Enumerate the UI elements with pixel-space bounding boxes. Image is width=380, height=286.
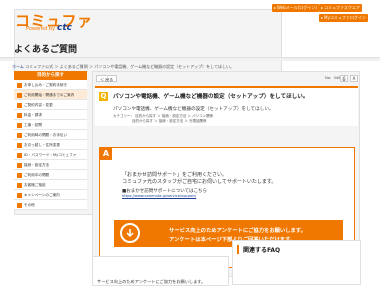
category-icon: [17, 92, 22, 98]
category-link[interactable]: 目的から探す ＞ 接続・設定方法 ＞ パソコン関係: [135, 114, 213, 118]
category-icon: [17, 182, 22, 188]
category-icon: [17, 142, 22, 148]
site-header: コミュファ Powered by ctc ▸Webメール(ログイン) ▸コミュフ…: [0, 0, 380, 215]
category-icon: [17, 172, 22, 178]
question-mark-icon: Q: [99, 92, 108, 101]
page-title: よくあるご質問: [14, 45, 78, 55]
commufa-logo[interactable]: コミュファ Powered by ctc: [14, 9, 282, 215]
category-icon: [17, 112, 22, 118]
sidebar-item[interactable]: お申し込み・ご契約手続き: [14, 80, 87, 90]
arrow-icon: ▸: [321, 5, 324, 10]
category-icon: [17, 202, 22, 208]
logo-brand: ctc: [57, 23, 72, 33]
font-size-icon[interactable]: A: [350, 75, 358, 82]
logo-sub: Powered by: [26, 26, 55, 32]
arrow-icon: ▸: [274, 5, 277, 10]
category-icon: [17, 122, 22, 128]
category-icon: [17, 192, 22, 198]
back-button[interactable]: ＜ 戻る: [96, 75, 118, 82]
sidebar-item[interactable]: 料金・請求: [14, 110, 87, 120]
survey-panel: サービス向上のためアンケートにご協力をお願いします。: [92, 256, 229, 286]
sidebar-item[interactable]: 工事・訪問: [14, 120, 87, 130]
print-icon[interactable]: ⎙: [340, 75, 348, 82]
survey-text: サービス向上のためアンケートにご協力をお願いします。: [97, 279, 206, 284]
sidebar-item[interactable]: キャンペーンのご案内: [14, 190, 87, 200]
related-faq-title: 関連するFAQ: [243, 247, 281, 254]
sidebar-item[interactable]: お引っ越し・住所変更: [14, 140, 87, 150]
sidebar-item[interactable]: 接続・設定方法: [14, 160, 87, 170]
category-icon: [17, 152, 22, 158]
title-divider: [0, 57, 380, 61]
question-title: パソコンや電話機、ゲーム機など機器の設定（セットアップ）をしてほしい。: [113, 94, 309, 100]
sidebar-item[interactable]: お客様ご相談: [14, 180, 87, 190]
question-body: パソコンや電話機、ゲーム機など機器の設定（セットアップ）をしてほしい。: [113, 107, 274, 112]
accent-bar: [237, 245, 239, 254]
answer-line: 「おまかせ訪問サポート」をご利用ください。: [122, 172, 228, 178]
category-icon: [17, 132, 22, 138]
related-faq-panel: 関連するFAQ: [232, 240, 361, 285]
category-icon: [17, 102, 22, 108]
sidebar-item[interactable]: ご利用中の問題: [14, 170, 87, 180]
breadcrumb: ホーム コミュファ公式 ＞ よくあるご質問 ＞ パソコンや電話機、ゲーム機など機…: [12, 64, 234, 70]
my-commufa-login-button[interactable]: ▸Myコミュファログイン: [319, 14, 368, 22]
category-link[interactable]: 目的から探す ＞ 接続・設定方法 ＞ 光電話関係: [132, 119, 206, 123]
sidebar-item[interactable]: ご利用時の問題・お手伝い: [14, 130, 87, 140]
sidebar-item[interactable]: ID・パスワード・Myコミュファ: [14, 150, 87, 160]
category-label: カテゴリー：: [113, 114, 134, 118]
answer-link[interactable]: https://www.commufa.jp/service/support/: [122, 194, 196, 198]
question-number: No：340: [325, 76, 341, 80]
arrow-down-icon: [120, 223, 140, 243]
banner-text: サービス向上のためアンケートにご協力をお願いします。: [169, 228, 306, 234]
breadcrumb-trail: コミュファ公式 ＞ よくあるご質問 ＞ パソコンや電話機、ゲーム機など機器の設定…: [25, 64, 235, 69]
sidebar-item[interactable]: その他: [14, 200, 87, 210]
commufa-square-button[interactable]: ▸コミュファスクエア: [319, 4, 363, 12]
breadcrumb-home[interactable]: ホーム: [12, 64, 24, 69]
question-box: Q パソコンや電話機、ゲーム機など機器の設定（セットアップ）をしてほしい。 パソ…: [95, 86, 358, 126]
sidebar-item[interactable]: ご契約内容・変更: [14, 100, 87, 110]
category-icon: [17, 162, 22, 168]
sidebar: 目的から探す お申し込み・ご契約手続き ご利用開始・開通までのご案内 ご契約内容…: [14, 71, 87, 210]
webmail-button[interactable]: ▸Webメール(ログイン): [272, 4, 319, 12]
arrow-icon: ▸: [321, 15, 324, 20]
answer-mark-icon: A: [100, 148, 112, 160]
sidebar-item[interactable]: ご利用開始・開通までのご案内: [14, 90, 87, 100]
question-categories: カテゴリー： 目的から探す ＞ 接続・設定方法 ＞ パソコン関係 目的から探す …: [113, 114, 213, 124]
sidebar-heading: 目的から探す: [14, 71, 87, 80]
category-icon: [17, 82, 22, 88]
answer-line: コミュファ光のスタッフがご自宅にお伺いしてサポートいたします。: [122, 179, 277, 185]
